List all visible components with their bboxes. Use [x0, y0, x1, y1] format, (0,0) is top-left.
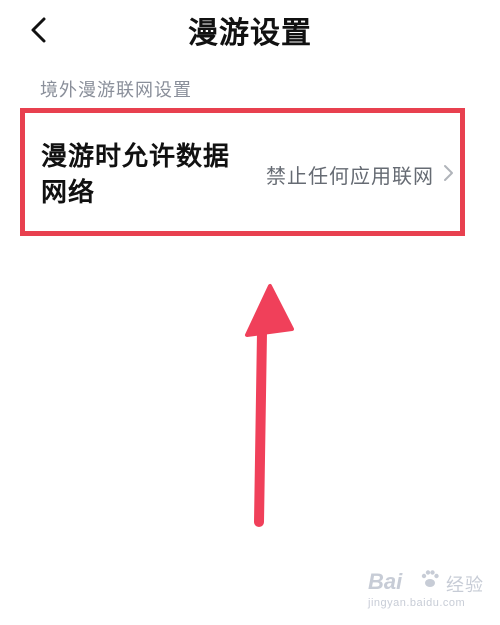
section-header-roaming-network: 境外漫游联网设置 [40, 80, 192, 101]
setting-value: 禁止任何应用联网 [266, 164, 434, 188]
watermark-url: jingyan.baidu.com [368, 597, 466, 609]
roaming-settings-screen: 漫游设置 境外漫游联网设置 漫游时允许数据网络 禁止任何应用联网 Bai 经验 … [0, 0, 500, 625]
watermark-logo-text: Bai [368, 569, 403, 594]
setting-label: 漫游时允许数据网络 [41, 142, 231, 208]
paw-icon [421, 570, 439, 587]
watermark-name: 经验 [446, 575, 484, 596]
baidu-jingyan-watermark: Bai 经验 jingyan.baidu.com [368, 565, 488, 617]
chevron-right-icon [442, 163, 454, 183]
roaming-data-setting-row[interactable]: 漫游时允许数据网络 禁止任何应用联网 [20, 108, 465, 236]
page-title: 漫游设置 [188, 16, 312, 51]
header-bar: 漫游设置 [0, 0, 500, 60]
